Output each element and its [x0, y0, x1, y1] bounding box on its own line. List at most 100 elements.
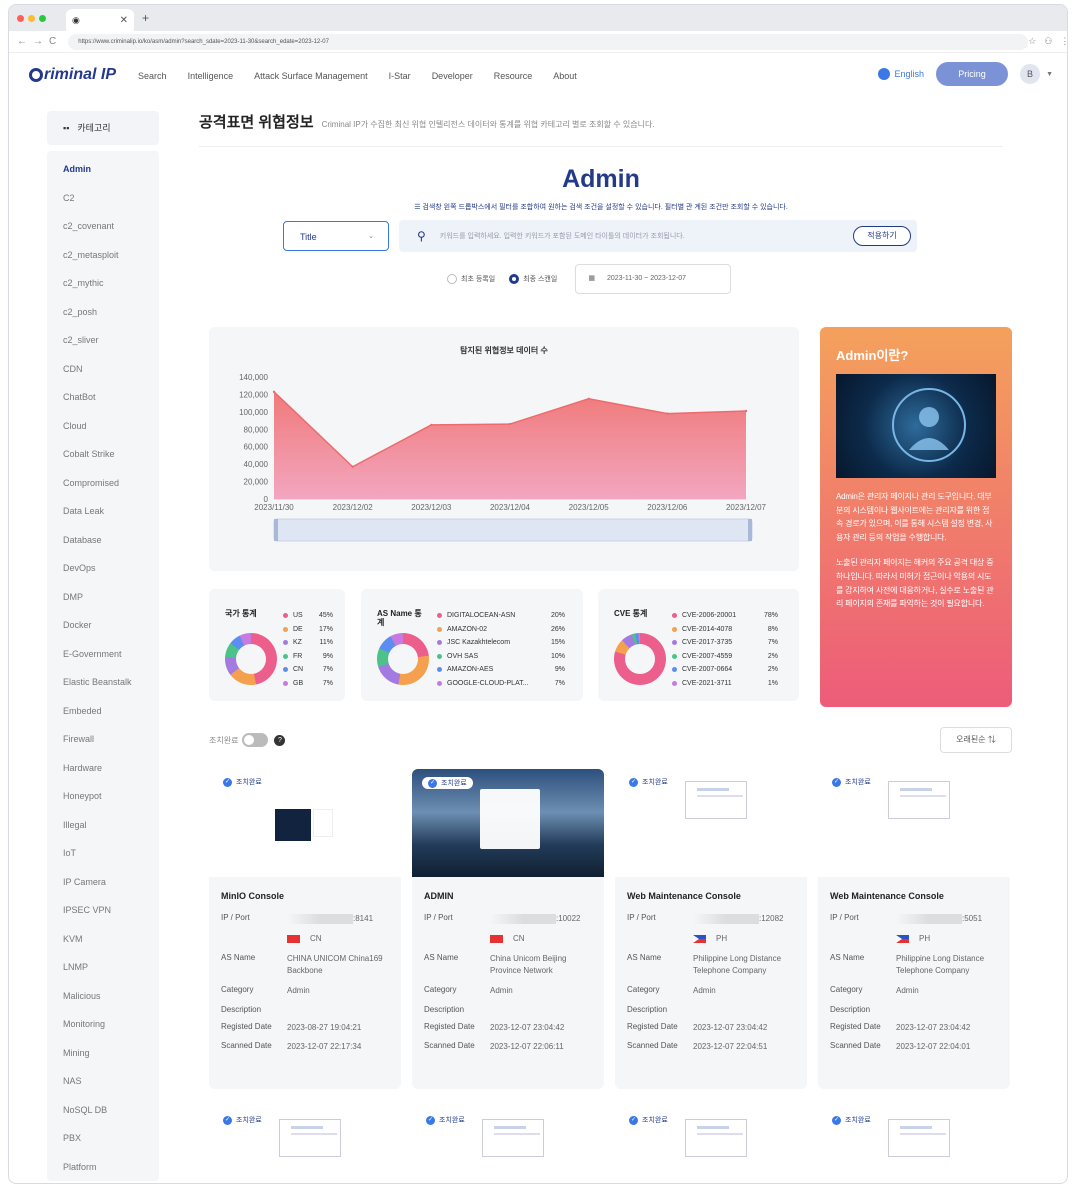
sidebar-item[interactable]: Data Leak: [47, 497, 159, 526]
bookmark-icon[interactable]: ☆⚇⋮: [1028, 36, 1067, 47]
sidebar-item[interactable]: LNMP: [47, 953, 159, 982]
radio-first-registered[interactable]: [447, 274, 457, 284]
nav-buttons-icon[interactable]: ←→C: [17, 36, 62, 47]
range-slider[interactable]: [273, 518, 753, 542]
sidebar-item[interactable]: KVM: [47, 925, 159, 954]
sidebar-item[interactable]: DevOps: [47, 554, 159, 583]
sidebar-item[interactable]: c2_posh: [47, 298, 159, 327]
screenshot-preview: [685, 1119, 747, 1157]
logo[interactable]: riminal IP: [29, 66, 116, 84]
result-card[interactable]: ✓ 조치완료 Web Maintenance Console IP / Port:50…: [818, 769, 1010, 1089]
card-thumbnail: ✓ 조치완료: [209, 769, 401, 877]
sidebar-item[interactable]: NAS: [47, 1067, 159, 1096]
legend-item: CVE-2021-3711 1%: [672, 677, 778, 691]
nav-about[interactable]: About: [553, 71, 577, 81]
screenshot-preview: [480, 789, 540, 849]
sidebar-item[interactable]: ChatBot: [47, 383, 159, 412]
legend-label: OVH SAS: [447, 652, 479, 660]
sidebar-item[interactable]: Database: [47, 526, 159, 555]
language-button[interactable]: English: [877, 68, 924, 80]
tab-favicon-icon: ◉: [72, 14, 80, 25]
sidebar-item[interactable]: Illegal: [47, 811, 159, 840]
nav-search[interactable]: Search: [138, 71, 167, 81]
result-card[interactable]: ✓ 조치완료: [615, 1107, 807, 1183]
maximize-window-icon[interactable]: [39, 14, 46, 22]
sidebar-item[interactable]: c2_covenant: [47, 212, 159, 241]
chevron-down-icon[interactable]: ▼: [1046, 71, 1053, 78]
sort-button[interactable]: 오래된순 ⇅: [940, 727, 1012, 753]
sidebar-item[interactable]: PBX: [47, 1124, 159, 1153]
radio-last-scanned[interactable]: [509, 274, 520, 284]
range-handle-right[interactable]: [748, 519, 752, 541]
legend-label: US: [293, 612, 303, 620]
sidebar-item[interactable]: c2_metasploit: [47, 241, 159, 270]
sidebar-item[interactable]: Elastic Beanstalk: [47, 668, 159, 697]
url-field[interactable]: https://www.criminalip.io/ko/asm/admin?s…: [68, 33, 1029, 50]
card-registed-date: 2023-12-07 23:04:42: [896, 1023, 971, 1032]
sidebar-item[interactable]: Malicious: [47, 982, 159, 1011]
sidebar-item[interactable]: Admin: [47, 155, 159, 184]
sidebar-item[interactable]: Cobalt Strike: [47, 440, 159, 469]
sidebar-item[interactable]: Platform: [47, 1153, 159, 1182]
filter-select[interactable]: Title ⌄: [283, 221, 389, 251]
data-point: [351, 465, 354, 468]
legend-label: DIGITALOCEAN-ASN: [447, 612, 516, 620]
apply-button[interactable]: 적용하기: [853, 226, 911, 246]
screenshot-preview: [275, 809, 311, 841]
resolved-badge: ✓ 조치완료: [629, 1115, 668, 1125]
sidebar-item[interactable]: E-Government: [47, 640, 159, 669]
sidebar-item[interactable]: Hardware: [47, 754, 159, 783]
minimize-window-icon[interactable]: [28, 14, 35, 22]
sidebar-item[interactable]: DMP: [47, 583, 159, 612]
data-point: [272, 390, 276, 394]
date-filter: 최초 등록일 최종 스캔일 ▦ 2023-11-30 ~ 2023-12-07: [447, 264, 1003, 294]
sidebar-item[interactable]: c2_sliver: [47, 326, 159, 355]
sidebar-item[interactable]: Firewall: [47, 725, 159, 754]
nav-developer[interactable]: Developer: [432, 71, 473, 81]
sidebar-item[interactable]: IPSEC VPN: [47, 896, 159, 925]
result-card[interactable]: ✓ 조치완료 MinIO Console IP / Port:8141 CN AS Nam…: [209, 769, 401, 1089]
nav-asm[interactable]: Attack Surface Management: [254, 71, 368, 81]
result-card[interactable]: ✓ 조치완료 ADMIN IP / Port:10022 CN AS Name China …: [412, 769, 604, 1089]
result-card[interactable]: ✓ 조치완료: [818, 1107, 1010, 1183]
browser-tab[interactable]: ◉ ✕: [66, 9, 134, 31]
sidebar-item[interactable]: c2_mythic: [47, 269, 159, 298]
sidebar-item[interactable]: Honeypot: [47, 782, 159, 811]
new-tab-icon[interactable]: +: [142, 11, 149, 25]
legend-item: JSC Kazakhtelecom 15%: [437, 636, 565, 650]
nav-intelligence[interactable]: Intelligence: [188, 71, 234, 81]
nav-resource[interactable]: Resource: [494, 71, 533, 81]
sidebar-item[interactable]: IP Camera: [47, 868, 159, 897]
pricing-button[interactable]: Pricing: [936, 62, 1009, 86]
sidebar-item[interactable]: IoT: [47, 839, 159, 868]
screenshot-preview: [482, 1119, 544, 1157]
date-range-picker[interactable]: ▦ 2023-11-30 ~ 2023-12-07: [575, 264, 732, 294]
sidebar-item[interactable]: Monitoring: [47, 1010, 159, 1039]
sidebar-item[interactable]: Embeded: [47, 697, 159, 726]
search-input[interactable]: ⚲ 키워드를 입력하세요. 입력한 키워드가 포함된 도메인 타이틀의 데이터가…: [399, 220, 917, 252]
sidebar-item[interactable]: C2: [47, 184, 159, 213]
legend-dot: [437, 626, 442, 632]
sidebar-item[interactable]: Mining: [47, 1039, 159, 1068]
result-card[interactable]: ✓ 조치완료 Web Maintenance Console IP / Port:12…: [615, 769, 807, 1089]
range-handle-left[interactable]: [274, 519, 278, 541]
resolved-toggle[interactable]: [242, 733, 269, 747]
sidebar-item[interactable]: Compromised: [47, 469, 159, 498]
sidebar-item[interactable]: Docker: [47, 611, 159, 640]
close-tab-icon[interactable]: ✕: [120, 15, 128, 26]
check-icon: ✓: [426, 1115, 435, 1125]
sidebar-item[interactable]: NoSQL DB: [47, 1096, 159, 1125]
grid-icon: ▪▪: [63, 123, 70, 133]
sidebar-item[interactable]: Cloud: [47, 412, 159, 441]
legend-percent: 10%: [550, 652, 565, 660]
data-point: [744, 409, 748, 413]
close-window-icon[interactable]: [17, 14, 24, 22]
result-card[interactable]: ✓ 조치완료: [412, 1107, 604, 1183]
help-icon[interactable]: ?: [274, 734, 286, 746]
avatar[interactable]: B: [1020, 64, 1041, 84]
sidebar-item[interactable]: CDN: [47, 355, 159, 384]
legend-dot: [437, 667, 442, 673]
x-tick-label: 2023/12/02: [333, 503, 374, 512]
nav-istar[interactable]: I-Star: [389, 71, 411, 81]
result-card[interactable]: ✓ 조치완료: [209, 1107, 401, 1183]
